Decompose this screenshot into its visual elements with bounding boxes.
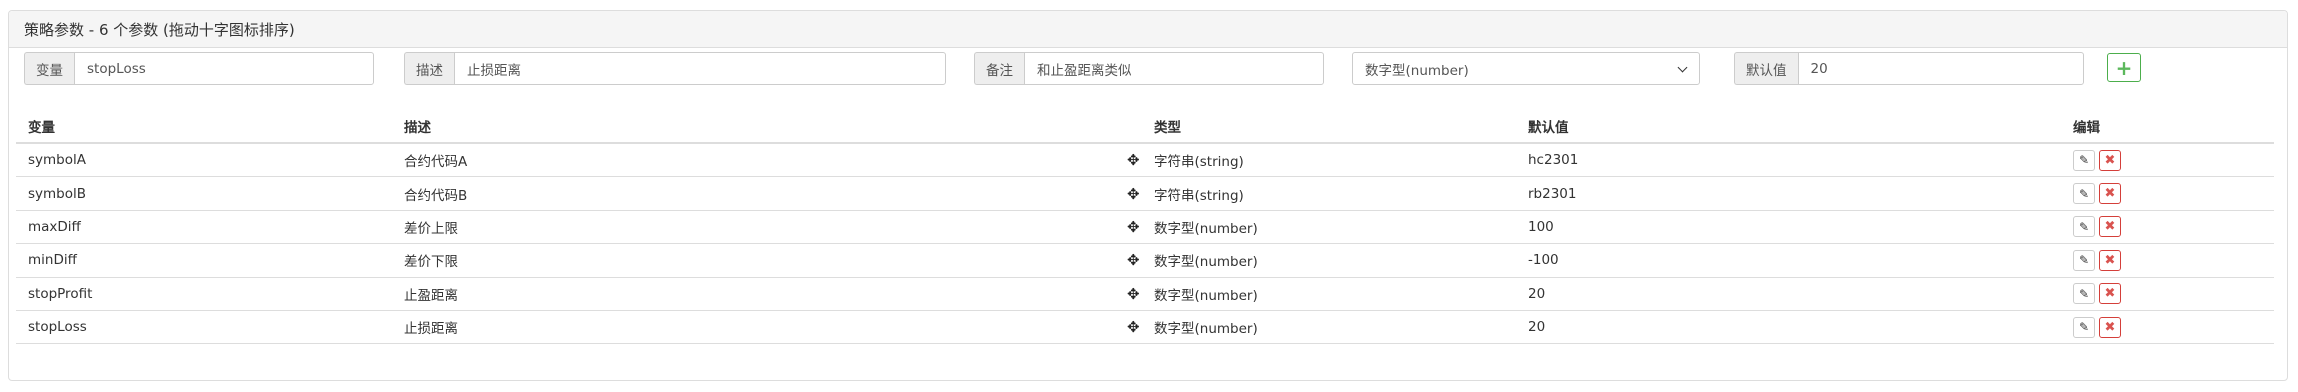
move-icon[interactable]: ✥ xyxy=(1127,278,1140,310)
row-type: 数字型(number) xyxy=(1154,254,1258,271)
description-field-group: 描述 止损距离 xyxy=(404,52,946,85)
move-icon[interactable]: ✥ xyxy=(1127,211,1140,243)
move-icon[interactable]: ✥ xyxy=(1127,311,1140,343)
delete-button[interactable]: ✖ xyxy=(2099,249,2121,271)
table-header: 变量 描述 类型 默认值 编辑 xyxy=(16,113,2274,144)
note-label: 备注 xyxy=(974,52,1024,85)
row-default: 100 xyxy=(1528,218,1554,235)
delete-button[interactable]: ✖ xyxy=(2099,283,2121,305)
row-type: 字符串(string) xyxy=(1154,187,1244,204)
pencil-icon: ✎ xyxy=(2078,320,2090,335)
header-description: 描述 xyxy=(404,120,431,136)
delete-button[interactable]: ✖ xyxy=(2099,149,2121,171)
row-default: -100 xyxy=(1528,252,1559,269)
pencil-icon: ✎ xyxy=(2078,286,2090,301)
default-label: 默认值 xyxy=(1734,52,1798,85)
panel-title: 策略参数 - 6 个参数 (拖动十字图标排序) xyxy=(9,11,2287,48)
close-icon: ✖ xyxy=(2104,152,2116,168)
default-field-group: 默认值 20 xyxy=(1734,52,2084,85)
table-row: symbolA 合约代码A ✥ 字符串(string) hc2301 ✎ ✖ xyxy=(16,144,2274,178)
delete-button[interactable]: ✖ xyxy=(2099,183,2121,205)
edit-button[interactable]: ✎ xyxy=(2073,149,2095,171)
header-edit: 编辑 xyxy=(2073,120,2100,136)
variable-input[interactable]: stopLoss xyxy=(74,52,374,85)
add-param-button[interactable]: + xyxy=(2107,53,2141,82)
table-row: minDiff 差价下限 ✥ 数字型(number) -100 ✎ ✖ xyxy=(16,244,2274,278)
move-icon[interactable]: ✥ xyxy=(1127,244,1140,276)
edit-button[interactable]: ✎ xyxy=(2073,316,2095,338)
row-variable: stopProfit xyxy=(28,285,93,302)
params-table: 变量 描述 类型 默认值 编辑 symbolA 合约代码A ✥ 字符串(stri… xyxy=(16,113,2274,345)
description-input[interactable]: 止损距离 xyxy=(454,52,946,85)
close-icon: ✖ xyxy=(2104,319,2116,335)
row-variable: symbolA xyxy=(28,152,86,169)
edit-button[interactable]: ✎ xyxy=(2073,249,2095,271)
row-actions: ✎ ✖ xyxy=(2073,177,2121,209)
close-icon: ✖ xyxy=(2104,219,2116,235)
header-default: 默认值 xyxy=(1528,120,1569,136)
close-icon: ✖ xyxy=(2104,252,2116,268)
table-row: stopProfit 止盈距离 ✥ 数字型(number) 20 ✎ ✖ xyxy=(16,278,2274,311)
close-icon: ✖ xyxy=(2104,186,2116,202)
row-default: rb2301 xyxy=(1528,185,1577,202)
note-field-group: 备注 和止盈距离类似 xyxy=(974,52,1324,85)
row-actions: ✎ ✖ xyxy=(2073,244,2121,276)
edit-button[interactable]: ✎ xyxy=(2073,283,2095,305)
description-label: 描述 xyxy=(404,52,454,85)
variable-field-group: 变量 stopLoss xyxy=(24,52,374,85)
edit-button[interactable]: ✎ xyxy=(2073,183,2095,205)
row-type: 数字型(number) xyxy=(1154,321,1258,338)
default-input[interactable]: 20 xyxy=(1797,52,2084,85)
row-variable: minDiff xyxy=(28,252,77,269)
move-icon[interactable]: ✥ xyxy=(1127,177,1140,209)
header-type: 类型 xyxy=(1154,120,1181,136)
row-description: 差价下限 xyxy=(404,254,458,271)
header-variable: 变量 xyxy=(28,120,55,136)
note-input[interactable]: 和止盈距离类似 xyxy=(1024,52,1324,85)
pencil-icon: ✎ xyxy=(2078,253,2090,268)
row-actions: ✎ ✖ xyxy=(2073,211,2121,243)
type-select[interactable]: 数字型(number) xyxy=(1352,52,1700,85)
delete-button[interactable]: ✖ xyxy=(2099,216,2121,238)
row-variable: maxDiff xyxy=(28,218,81,235)
row-actions: ✎ ✖ xyxy=(2073,278,2121,310)
row-type: 数字型(number) xyxy=(1154,287,1258,304)
close-icon: ✖ xyxy=(2104,286,2116,302)
table-row: stopLoss 止损距离 ✥ 数字型(number) 20 ✎ ✖ xyxy=(16,311,2274,345)
move-icon[interactable]: ✥ xyxy=(1127,144,1140,176)
row-actions: ✎ ✖ xyxy=(2073,311,2121,343)
row-actions: ✎ ✖ xyxy=(2073,144,2121,176)
type-select-value: 数字型(number) xyxy=(1365,62,1469,79)
row-type: 数字型(number) xyxy=(1154,220,1258,237)
table-row: symbolB 合约代码B ✥ 字符串(string) rb2301 ✎ ✖ xyxy=(16,177,2274,211)
row-default: 20 xyxy=(1528,285,1546,302)
row-description: 止盈距离 xyxy=(404,287,458,304)
row-description: 合约代码A xyxy=(404,154,468,171)
pencil-icon: ✎ xyxy=(2078,219,2090,234)
row-variable: symbolB xyxy=(28,185,87,202)
row-variable: stopLoss xyxy=(28,319,87,336)
row-default: hc2301 xyxy=(1528,152,1579,169)
pencil-icon: ✎ xyxy=(2078,153,2090,168)
row-description: 差价上限 xyxy=(404,220,458,237)
table-row: maxDiff 差价上限 ✥ 数字型(number) 100 ✎ ✖ xyxy=(16,211,2274,245)
chevron-down-icon xyxy=(1677,64,1687,74)
edit-button[interactable]: ✎ xyxy=(2073,216,2095,238)
row-type: 字符串(string) xyxy=(1154,154,1244,171)
pencil-icon: ✎ xyxy=(2078,186,2090,201)
delete-button[interactable]: ✖ xyxy=(2099,316,2121,338)
row-default: 20 xyxy=(1528,319,1546,336)
variable-label: 变量 xyxy=(24,52,74,85)
row-description: 止损距离 xyxy=(404,321,458,338)
row-description: 合约代码B xyxy=(404,187,468,204)
